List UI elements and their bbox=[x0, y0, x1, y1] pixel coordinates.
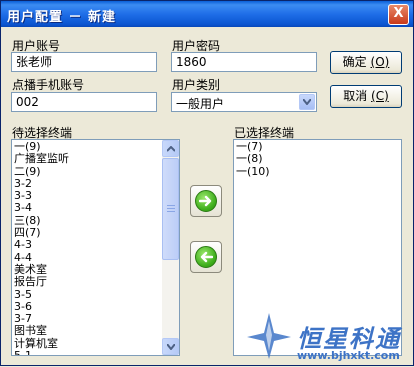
user-type-label: 用户类别 bbox=[172, 78, 221, 92]
scroll-up-button[interactable] bbox=[162, 140, 179, 157]
selected-items: 一(7) 一(8) 一(10) bbox=[236, 140, 270, 178]
phone-account-label: 点播手机账号 bbox=[12, 78, 85, 92]
vertical-scrollbar[interactable] bbox=[162, 140, 179, 355]
cancel-label: 取消 bbox=[343, 89, 368, 103]
user-config-dialog: 用户配置 － 新建 X 用户账号 张老师 用户密码 1860 点播手机账号 00… bbox=[0, 0, 414, 366]
remove-terminal-button[interactable] bbox=[190, 241, 222, 273]
window-title: 用户配置 － 新建 bbox=[7, 10, 117, 25]
user-type-value: 一般用户 bbox=[176, 97, 225, 111]
user-type-dropdown-button[interactable] bbox=[299, 94, 315, 110]
ok-button[interactable]: 确定 (O) bbox=[330, 51, 402, 74]
password-input[interactable]: 1860 bbox=[171, 52, 317, 72]
list-item[interactable]: 3-4 bbox=[14, 202, 69, 215]
close-icon: X bbox=[393, 6, 404, 21]
ok-hotkey: (O) bbox=[370, 55, 390, 69]
company-watermark: 恒星科通 www.bjhxkt.com bbox=[239, 309, 414, 367]
available-items: 一(9) 广播室监听 二(9) 3-2 3-3 3-4 三(8) 四(7) 4-3 4-4 美术室报… bbox=[14, 140, 69, 355]
scroll-down-button[interactable] bbox=[162, 338, 179, 355]
list-item[interactable]: 3-5 bbox=[14, 288, 69, 301]
cancel-hotkey: (C) bbox=[371, 89, 389, 103]
left-arrow-icon bbox=[200, 251, 213, 263]
available-terminals-list[interactable]: 一(9) 广播室监听 二(9) 3-2 3-3 3-4 三(8) 四(7) 4-3 4-4 美术室报… bbox=[11, 139, 180, 356]
chevron-down-icon bbox=[303, 99, 311, 105]
chevron-up-icon bbox=[167, 146, 175, 152]
list-item[interactable]: 一(8) bbox=[236, 152, 270, 165]
cancel-button[interactable]: 取消 (C) bbox=[330, 85, 402, 108]
ok-label: 确定 bbox=[342, 55, 367, 69]
list-item[interactable]: 图书室 bbox=[14, 325, 69, 338]
list-item[interactable]: 一(10) bbox=[236, 165, 270, 178]
chevron-down-icon bbox=[167, 344, 175, 350]
list-item[interactable]: 5-1 bbox=[14, 349, 69, 355]
phone-account-input[interactable]: 002 bbox=[11, 92, 157, 112]
scrollbar-thumb[interactable] bbox=[162, 158, 179, 260]
right-arrow-icon bbox=[199, 195, 212, 207]
title-bar[interactable]: 用户配置 － 新建 X bbox=[1, 1, 413, 27]
username-input[interactable]: 张老师 bbox=[11, 52, 157, 72]
list-item[interactable]: 广播室监听 bbox=[14, 152, 69, 165]
add-terminal-button[interactable] bbox=[190, 185, 222, 217]
user-type-select[interactable]: 一般用户 bbox=[171, 92, 317, 112]
list-item[interactable]: 4-3 bbox=[14, 239, 69, 252]
list-item[interactable]: 报告厅 bbox=[14, 275, 69, 288]
close-button[interactable]: X bbox=[388, 4, 409, 25]
star-logo-icon bbox=[247, 313, 291, 359]
watermark-url: www.bjhxkt.com bbox=[297, 349, 400, 362]
